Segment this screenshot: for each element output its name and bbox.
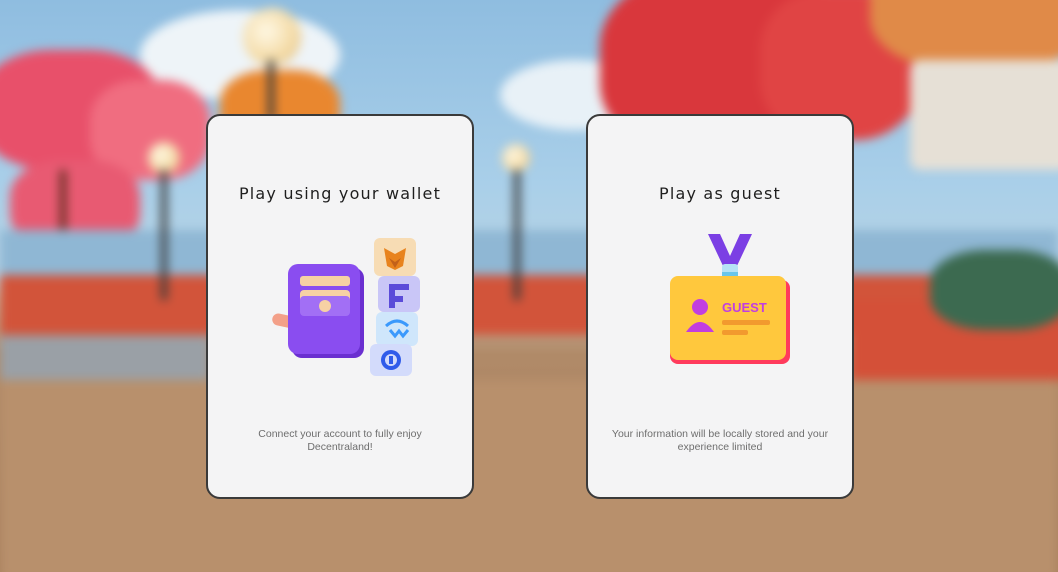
background-scene bbox=[0, 0, 1058, 572]
fortmatic-icon bbox=[378, 276, 420, 312]
wallet-login-card[interactable]: Play using your wallet Connect your acco… bbox=[206, 114, 474, 499]
guest-badge-text: GUEST bbox=[722, 300, 767, 315]
guest-badge-icon: GUEST bbox=[670, 234, 790, 364]
guest-card-description: Your information will be locally stored … bbox=[611, 428, 829, 453]
guest-login-card[interactable]: Play as guest GUEST Your information wil… bbox=[586, 114, 854, 499]
wallet-card-title: Play using your wallet bbox=[238, 184, 442, 203]
walletconnect-icon bbox=[376, 312, 418, 346]
coinbase-icon bbox=[370, 344, 412, 376]
wallet-icon bbox=[288, 264, 364, 358]
wallet-illustration bbox=[272, 238, 420, 376]
guest-card-title: Play as guest bbox=[658, 184, 782, 203]
wallet-card-description: Connect your account to fully enjoy Dece… bbox=[258, 428, 422, 453]
metamask-fox-icon bbox=[374, 238, 416, 276]
